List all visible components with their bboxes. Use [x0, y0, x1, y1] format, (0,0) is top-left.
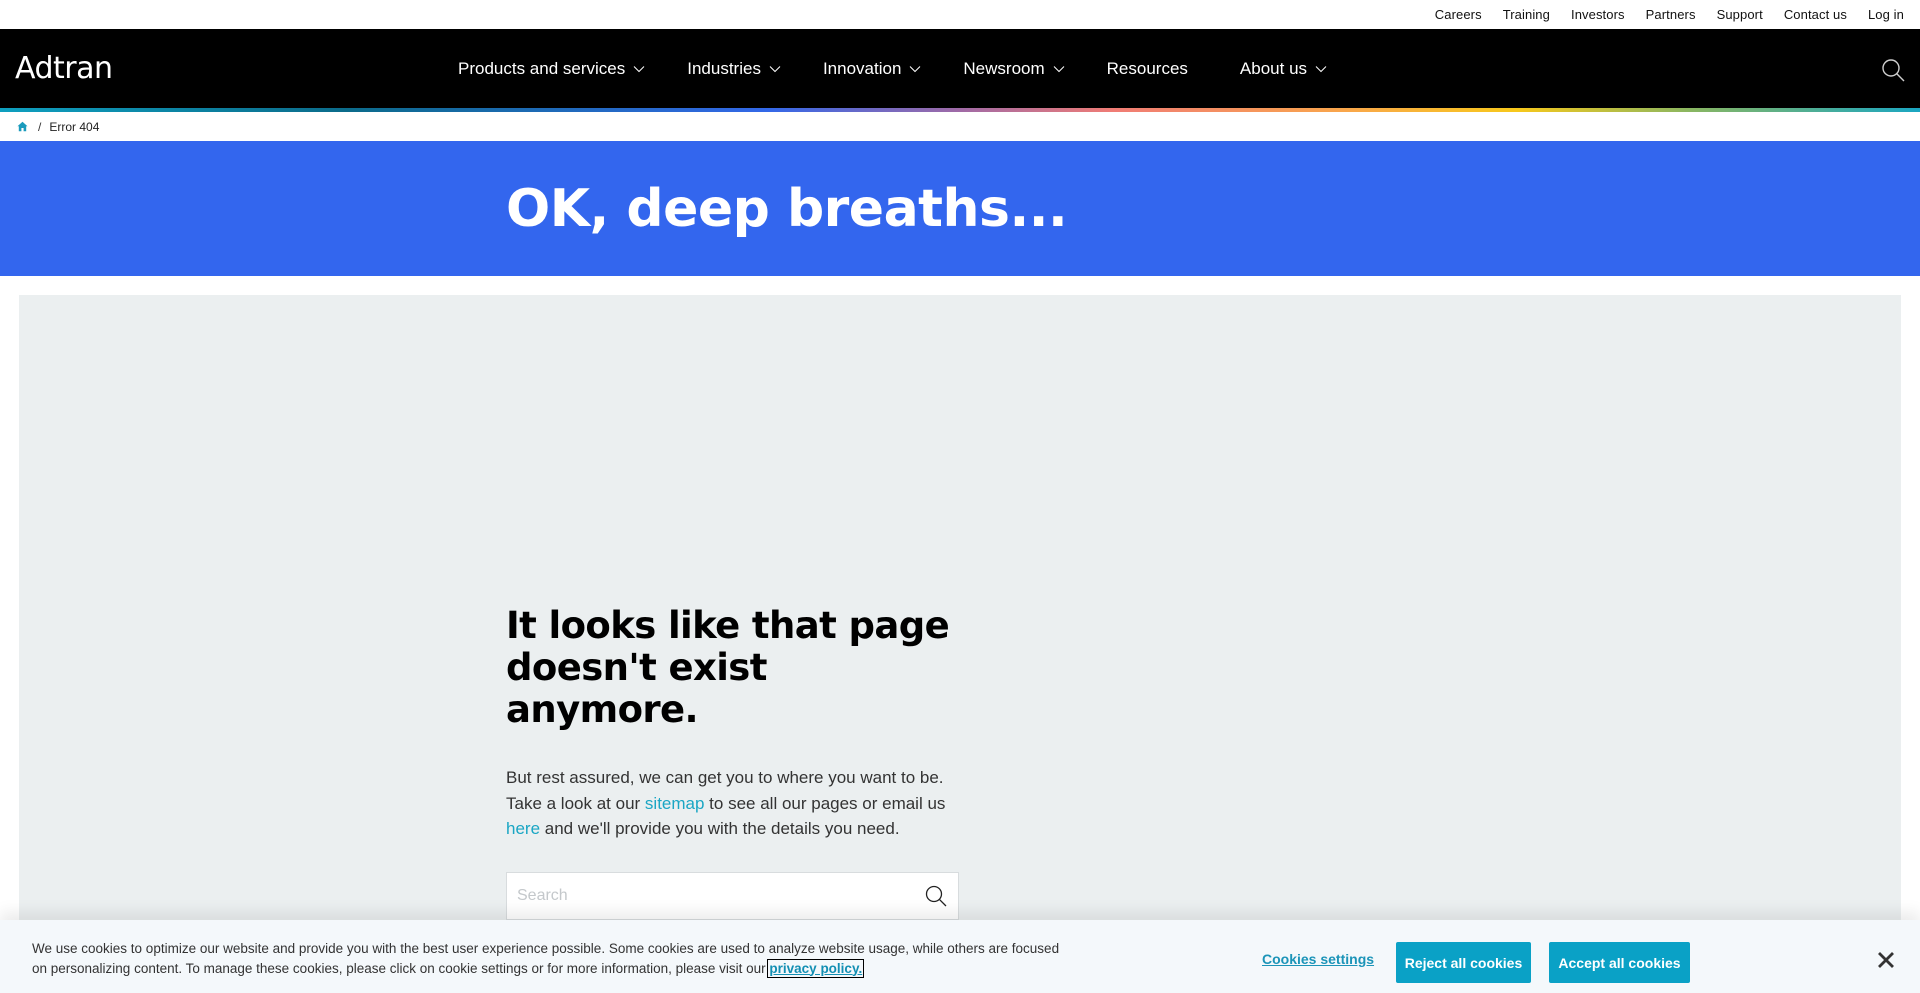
breadcrumb: / Error 404: [0, 112, 1920, 141]
utility-link-investors[interactable]: Investors: [1571, 7, 1625, 22]
nav-item-label: Industries: [687, 58, 761, 78]
error-body-text: and we'll provide you with the details y…: [540, 819, 900, 838]
nav-item-resources[interactable]: Resources: [1107, 59, 1188, 79]
hero-banner: OK, deep breaths...: [0, 141, 1920, 276]
chevron-down-icon: [910, 65, 921, 72]
breadcrumb-current: Error 404: [49, 119, 100, 134]
nav-item-products[interactable]: Products and services: [458, 59, 645, 79]
error-body-text: to see all our pages or email us: [704, 793, 946, 813]
nav-item-label: Products and services: [458, 58, 626, 78]
cookies-settings-link[interactable]: Cookies settings: [1262, 951, 1374, 967]
main-nav: Adtran Products and services Industries …: [0, 29, 1920, 108]
sitemap-link[interactable]: sitemap: [645, 794, 705, 813]
email-here-link[interactable]: here: [506, 819, 540, 838]
utility-link-partners[interactable]: Partners: [1646, 7, 1696, 22]
utility-link-contact[interactable]: Contact us: [1784, 7, 1847, 22]
nav-item-about[interactable]: About us: [1240, 59, 1327, 79]
chevron-down-icon: [633, 65, 645, 72]
utility-link-training[interactable]: Training: [1503, 7, 1550, 22]
nav-item-label: Innovation: [822, 58, 902, 78]
search-icon[interactable]: [1880, 57, 1906, 83]
search-icon[interactable]: [924, 884, 948, 908]
error-content: It looks like that page doesn't exist an…: [506, 605, 966, 920]
error-heading: It looks like that page doesn't exist an…: [506, 604, 950, 731]
accept-all-cookies-button[interactable]: Accept all cookies: [1549, 942, 1690, 983]
nav-item-newsroom[interactable]: Newsroom: [963, 58, 1065, 79]
cookie-text: We use cookies to optimize our website a…: [32, 939, 1072, 978]
chevron-down-icon: [769, 65, 781, 72]
chevron-down-icon: [1315, 65, 1327, 72]
hero-title: OK, deep breaths...: [506, 179, 1068, 239]
utility-link-support[interactable]: Support: [1717, 7, 1763, 22]
chevron-down-icon: [1053, 65, 1065, 72]
privacy-policy-link[interactable]: privacy policy.: [767, 958, 865, 978]
error-body: But rest assured, we can get you to wher…: [506, 765, 966, 842]
error-panel: It looks like that page doesn't exist an…: [19, 295, 1901, 935]
nav-item-innovation[interactable]: Innovation: [823, 59, 921, 79]
cookie-message: We use cookies to optimize our website a…: [32, 941, 1060, 976]
home-icon[interactable]: [17, 121, 28, 132]
breadcrumb-separator: /: [38, 119, 42, 134]
cookie-banner: We use cookies to optimize our website a…: [0, 920, 1920, 993]
nav-links: Products and services Industries Innovat…: [458, 29, 1369, 108]
search-input[interactable]: [517, 886, 897, 905]
utility-link-careers[interactable]: Careers: [1435, 7, 1482, 22]
utility-nav: Careers Training Investors Partners Supp…: [0, 0, 1920, 29]
adtran-logo[interactable]: Adtran: [15, 51, 113, 86]
nav-item-label: Resources: [1106, 58, 1188, 78]
reject-all-cookies-button[interactable]: Reject all cookies: [1396, 942, 1531, 983]
site-search: [506, 871, 959, 920]
nav-item-industries[interactable]: Industries: [687, 59, 781, 79]
nav-item-label: Newsroom: [963, 58, 1045, 78]
utility-link-login[interactable]: Log in: [1868, 7, 1904, 22]
nav-item-label: About us: [1239, 58, 1308, 78]
close-icon[interactable]: [1877, 951, 1895, 969]
